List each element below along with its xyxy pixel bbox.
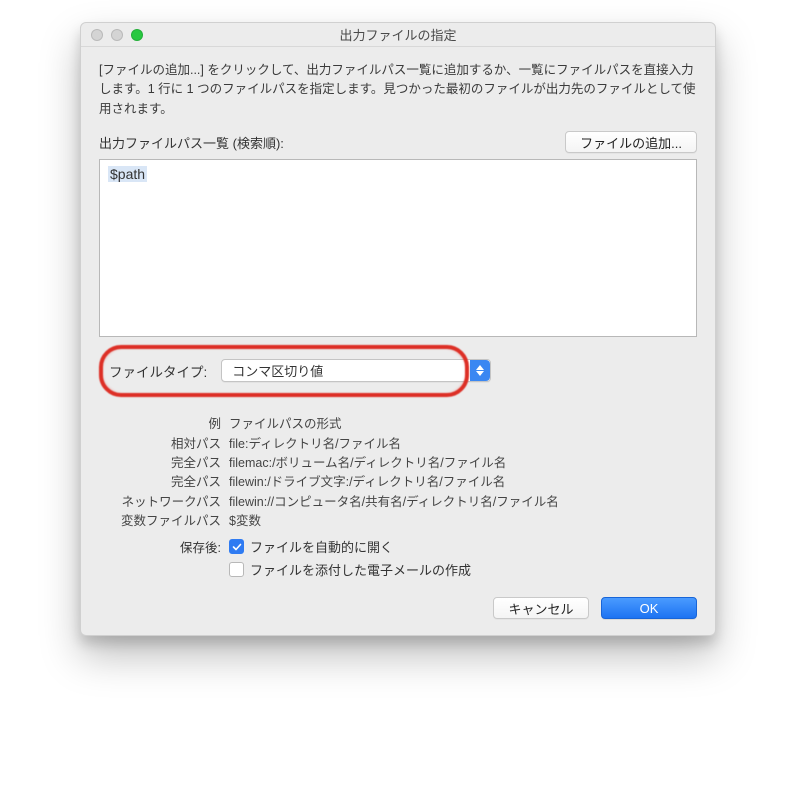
example-label: 変数ファイルパス [99, 512, 229, 531]
add-file-button[interactable]: ファイルの追加... [565, 131, 697, 153]
chevron-up-down-icon [470, 360, 490, 381]
ok-button-label: OK [640, 601, 659, 616]
add-file-button-label: ファイルの追加... [580, 133, 682, 152]
titlebar: 出力ファイルの指定 [81, 23, 715, 47]
path-list-header: 出力ファイルパス一覧 (検索順): ファイルの追加... [99, 131, 697, 153]
window-title: 出力ファイルの指定 [81, 25, 715, 44]
example-value: filewin:/ドライブ文字:/ディレクトリ名/ファイル名 [229, 473, 697, 492]
examples-table: 例 ファイルパスの形式 相対パス file:ディレクトリ名/ファイル名 完全パス… [99, 415, 697, 531]
dialog-footer: キャンセル OK [99, 597, 697, 619]
example-value: filemac:/ボリューム名/ディレクトリ名/ファイル名 [229, 454, 697, 473]
after-save-section: 保存後: ファイルを自動的に開く ファイルを添付した電子メールの作成 [99, 537, 697, 579]
example-value: $変数 [229, 512, 697, 531]
open-file-label: ファイルを自動的に開く [250, 537, 393, 556]
email-attach-label: ファイルを添付した電子メールの作成 [250, 560, 471, 579]
file-type-select[interactable]: コンマ区切り値 [221, 359, 491, 382]
file-type-row: ファイルタイプ: コンマ区切り値 [99, 355, 697, 413]
dialog-content: [ファイルの追加...] をクリックして、出力ファイルパス一覧に追加するか、一覧… [81, 47, 715, 635]
example-value: file:ディレクトリ名/ファイル名 [229, 435, 697, 454]
cancel-button[interactable]: キャンセル [493, 597, 589, 619]
example-label: 完全パス [99, 473, 229, 492]
email-attach-checkbox[interactable] [229, 562, 244, 577]
example-label: ネットワークパス [99, 493, 229, 512]
cancel-button-label: キャンセル [508, 599, 573, 618]
path-list-textarea[interactable]: $path [99, 159, 697, 337]
path-list-label: 出力ファイルパス一覧 (検索順): [99, 133, 284, 152]
examples-header-value: ファイルパスの形式 [229, 415, 697, 434]
open-file-checkbox[interactable] [229, 539, 244, 554]
example-label: 完全パス [99, 454, 229, 473]
path-list-value: $path [108, 166, 147, 182]
instruction-text: [ファイルの追加...] をクリックして、出力ファイルパス一覧に追加するか、一覧… [99, 61, 697, 119]
file-type-selected: コンマ区切り値 [232, 361, 323, 380]
ok-button[interactable]: OK [601, 597, 697, 619]
example-value: filewin://コンピュータ名/共有名/ディレクトリ名/ファイル名 [229, 493, 697, 512]
file-type-label: ファイルタイプ: [109, 361, 207, 381]
examples-header-label: 例 [99, 415, 229, 434]
example-label: 相対パス [99, 435, 229, 454]
after-save-label: 保存後: [99, 537, 229, 556]
dialog-window: 出力ファイルの指定 [ファイルの追加...] をクリックして、出力ファイルパス一… [80, 22, 716, 636]
